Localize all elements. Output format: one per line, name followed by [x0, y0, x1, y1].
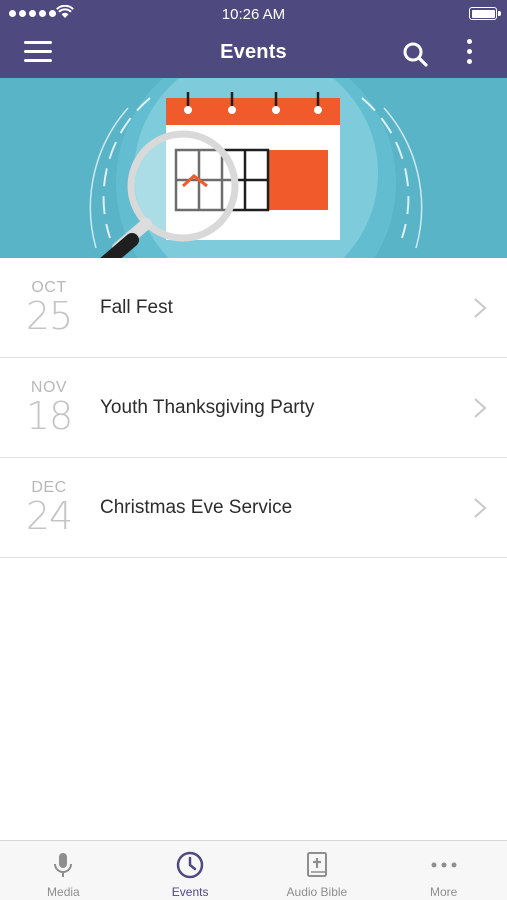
event-day: 18: [25, 394, 73, 438]
page-title: Events: [220, 41, 287, 63]
event-day: 24: [25, 494, 73, 538]
chevron-right-icon: [474, 498, 487, 518]
events-banner: [0, 78, 507, 258]
calendar-illustration: [89, 78, 423, 258]
tab-label: Audio Bible: [286, 885, 348, 899]
chevron-right-icon: [474, 298, 487, 318]
tab-bar: Media Events Audio Bible More: [0, 840, 507, 900]
battery-icon: [469, 7, 501, 20]
more-options-button[interactable]: [460, 39, 478, 69]
tab-media[interactable]: Media: [0, 841, 127, 900]
event-title: Youth Thanksgiving Party: [100, 397, 315, 418]
tab-label: More: [429, 885, 458, 899]
event-list: OCT 25 Fall Fest NOV 18 Youth Thanksgivi…: [0, 258, 507, 558]
event-title: Fall Fest: [100, 297, 173, 318]
tab-label: Events: [171, 885, 209, 899]
chevron-right-icon: [474, 398, 487, 418]
top-bar: 10:26 AM Events: [0, 0, 507, 78]
clock-icon: [176, 851, 204, 879]
events-screen: 10:26 AM Events OCT 25 Fall Fest NOV 18 …: [0, 0, 507, 900]
tab-audio-bible[interactable]: Audio Bible: [254, 841, 381, 900]
microphone-icon: [54, 853, 73, 877]
status-bar: 10:26 AM: [0, 0, 507, 28]
search-icon[interactable]: [401, 40, 429, 68]
event-row-christmas-eve-service[interactable]: DEC 24 Christmas Eve Service: [0, 458, 507, 558]
event-day: 25: [25, 294, 73, 338]
tab-label: Media: [47, 885, 80, 899]
bible-icon: [306, 852, 327, 877]
status-time: 10:26 AM: [221, 6, 286, 23]
event-row-fall-fest[interactable]: OCT 25 Fall Fest: [0, 258, 507, 358]
tab-more[interactable]: More: [380, 841, 507, 900]
more-dots-icon: [431, 862, 457, 868]
event-row-youth-thanksgiving-party[interactable]: NOV 18 Youth Thanksgiving Party: [0, 358, 507, 458]
tab-events[interactable]: Events: [127, 841, 254, 900]
event-title: Christmas Eve Service: [100, 497, 293, 518]
navigation-bar: Events: [0, 28, 507, 78]
